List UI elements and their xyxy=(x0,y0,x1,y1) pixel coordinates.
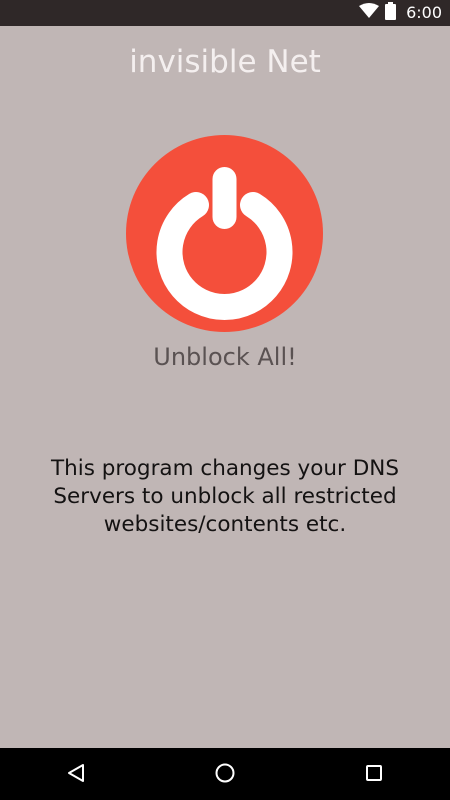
wifi-icon xyxy=(359,3,380,23)
unblock-label: Unblock All! xyxy=(153,343,297,371)
back-icon xyxy=(67,763,85,786)
status-icons: 6:00 xyxy=(359,0,442,26)
home-button[interactable] xyxy=(195,748,255,800)
battery-icon xyxy=(385,2,397,24)
app-screen: 6:00 invisible Net Unblock All! This pro… xyxy=(0,0,450,800)
power-icon xyxy=(126,135,323,332)
app-title: invisible Net xyxy=(129,44,321,80)
recents-icon xyxy=(365,764,383,785)
power-button[interactable] xyxy=(126,135,323,332)
back-button[interactable] xyxy=(46,748,106,800)
status-bar: 6:00 xyxy=(0,0,450,26)
recents-button[interactable] xyxy=(344,748,404,800)
navigation-bar xyxy=(0,748,450,800)
description-text: This program changes your DNS Servers to… xyxy=(51,456,399,537)
status-time: 6:00 xyxy=(406,3,442,22)
home-icon xyxy=(214,762,236,787)
